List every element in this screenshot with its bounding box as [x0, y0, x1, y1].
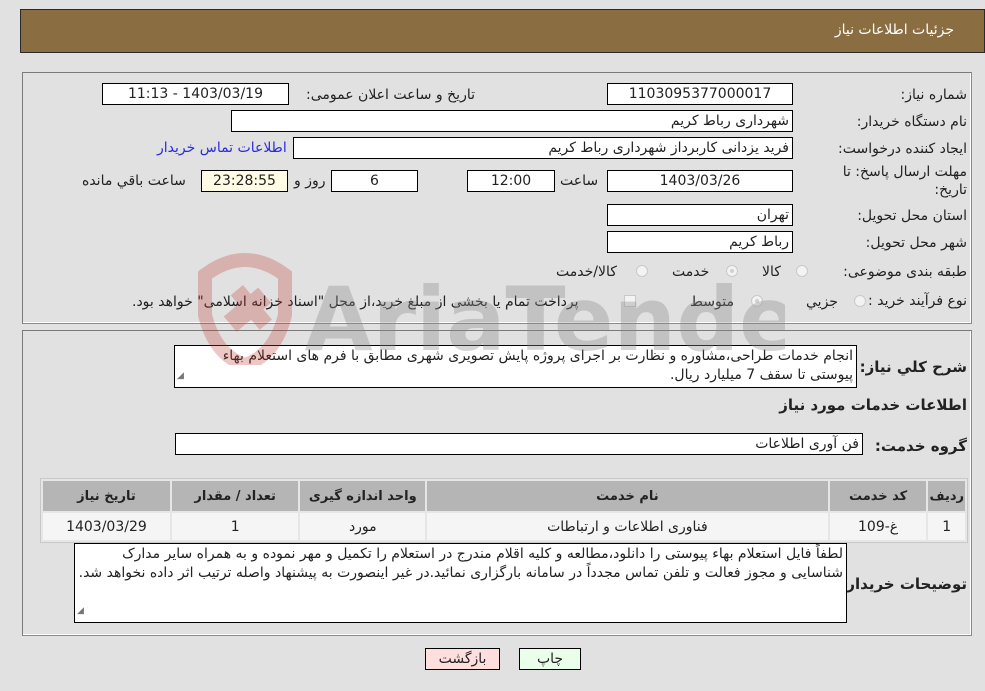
treasury-checkbox[interactable] — [624, 295, 636, 307]
print-button[interactable]: چاپ — [519, 648, 581, 670]
col-service-code: کد خدمت — [829, 481, 927, 511]
days-remaining-field: 6 — [331, 170, 418, 192]
buyer-notes-label: توضیحات خریدار: — [840, 575, 967, 593]
announce-label: تاریخ و ساعت اعلان عمومی: — [306, 87, 475, 103]
process-option-medium: متوسط — [690, 294, 734, 310]
process-radio-medium[interactable] — [751, 295, 763, 307]
category-option-service: خدمت — [672, 264, 710, 280]
page-header: جزئیات اطلاعات نیاز — [20, 9, 985, 53]
cell-service-name: فناوری اطلاعات و ارتباطات — [427, 513, 828, 540]
deadline-time-label: ساعت — [560, 173, 599, 189]
category-radio-service[interactable] — [726, 265, 738, 277]
cell-unit: مورد — [300, 513, 426, 540]
buyer-notes-textarea[interactable]: لطفاً فایل استعلام بهاء پیوستی را دانلود… — [74, 543, 847, 623]
col-need-date: تاریخ نیاز — [43, 481, 170, 511]
description-text: انجام خدمات طراحی،مشاوره و نظارت بر اجرا… — [222, 348, 853, 383]
resize-grip-icon[interactable]: ◢ — [177, 367, 184, 386]
buyer-notes-text: لطفاً فایل استعلام بهاء پیوستی را دانلود… — [78, 546, 843, 581]
resize-grip-icon[interactable]: ◢ — [77, 602, 84, 621]
col-quantity: تعداد / مقدار — [171, 481, 299, 511]
col-unit: واحد اندازه گیری — [300, 481, 426, 511]
cell-row: 1 — [928, 513, 965, 540]
deadline-time-field: 12:00 — [467, 170, 555, 192]
deadline-label: مهلت ارسال پاسخ: تا — [842, 164, 967, 180]
remaining-time-field: 23:28:55 — [201, 170, 288, 192]
cell-service-code: غ-109 — [829, 513, 927, 540]
category-option-goods: کالا — [762, 264, 781, 280]
cell-quantity: 1 — [171, 513, 299, 540]
description-textarea[interactable]: انجام خدمات طراحی،مشاوره و نظارت بر اجرا… — [174, 345, 857, 388]
col-service-name: نام خدمت — [427, 481, 828, 511]
service-group-label: گروه خدمت: — [874, 437, 967, 455]
services-section-title: اطلاعات خدمات مورد نياز — [779, 396, 967, 414]
treasury-note: پرداخت تمام یا بخشی از مبلغ خرید،از محل … — [132, 294, 579, 310]
category-label: طبقه بندی موضوعی: — [843, 264, 967, 280]
process-radio-minor[interactable] — [854, 295, 866, 307]
category-radio-goods[interactable] — [796, 265, 808, 277]
cell-need-date: 1403/03/29 — [43, 513, 170, 540]
need-number-field: 1103095377000017 — [607, 83, 793, 105]
col-row: رديف — [928, 481, 965, 511]
category-radio-goods-service[interactable] — [636, 265, 648, 277]
services-table: رديف کد خدمت نام خدمت واحد اندازه گیری ت… — [40, 478, 968, 543]
process-label: نوع فرآیند خرید : — [868, 293, 967, 309]
service-group-field: فن آوری اطلاعات — [175, 433, 863, 455]
deadline-label-2: تاریخ: — [934, 182, 967, 198]
days-label: روز و — [294, 173, 326, 189]
back-button[interactable]: بازگشت — [425, 648, 500, 670]
table-row: 1 غ-109 فناوری اطلاعات و ارتباطات مورد 1… — [43, 513, 965, 540]
announce-field: 1403/03/19 - 11:13 — [102, 83, 289, 105]
table-header-row: رديف کد خدمت نام خدمت واحد اندازه گیری ت… — [43, 481, 965, 511]
creator-label: ایجاد کننده درخواست: — [838, 141, 967, 157]
need-number-label: شماره نیاز: — [900, 87, 968, 103]
province-field: تهران — [607, 204, 793, 226]
city-field: رباط کریم — [607, 231, 793, 253]
buyer-org-label: نام دستگاه خریدار: — [856, 114, 967, 130]
buyer-contact-link[interactable]: اطلاعات تماس خریدار — [157, 140, 287, 156]
description-label: شرح کلي نياز: — [859, 358, 967, 376]
remaining-label: ساعت باقي مانده — [82, 173, 186, 189]
city-label: شهر محل تحویل: — [865, 235, 967, 251]
province-label: استان محل تحویل: — [857, 208, 967, 224]
category-option-goods-service: کالا/خدمت — [556, 264, 617, 280]
deadline-date-field: 1403/03/26 — [607, 170, 793, 192]
creator-field: فرید یزدانی کاربرداز شهرداری رباط کریم — [293, 137, 793, 159]
page-title: جزئیات اطلاعات نیاز — [834, 22, 954, 38]
buyer-org-field: شهرداری رباط کریم — [231, 110, 793, 132]
process-option-minor: جزيي — [806, 294, 838, 310]
